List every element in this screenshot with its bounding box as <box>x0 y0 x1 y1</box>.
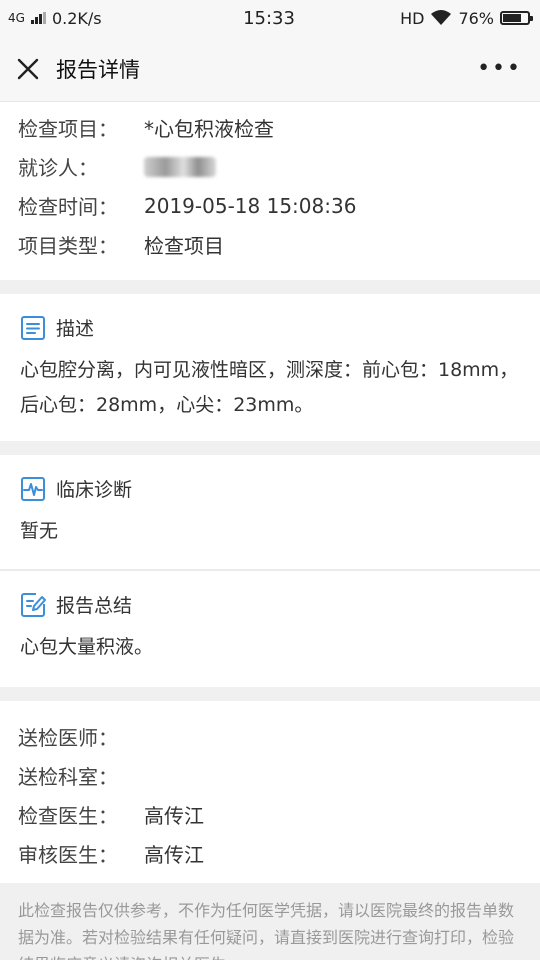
document-icon <box>21 315 45 340</box>
doctor-row-reviewer: 审核医生： 高传江 <box>18 834 522 873</box>
info-label: 送检科室： <box>18 765 118 789</box>
section-body: 心包腔分离，内可见液性暗区，测深度：前心包：18mm，后心包：28mm，心尖：2… <box>20 359 519 416</box>
section-header: 报告总结 <box>20 591 522 618</box>
info-value: *心包积液检查 <box>144 117 274 141</box>
status-bar: 4G 0.2K/s 15:33 HD 76% <box>0 0 540 36</box>
info-value: 高传江 <box>144 843 204 867</box>
exam-info: 检查项目： *心包积液检查 就诊人： 检查时间： 2019-05-18 15:0… <box>0 102 540 280</box>
network-speed: 0.2K/s <box>51 8 102 28</box>
info-label: 就诊人： <box>18 156 98 180</box>
section-gap <box>0 441 540 455</box>
section-title: 临床诊断 <box>56 479 133 501</box>
edit-document-icon <box>21 592 46 617</box>
info-value: 检查项目 <box>144 234 224 258</box>
more-button[interactable]: ••• <box>477 56 522 81</box>
info-row-time: 检查时间： 2019-05-18 15:08:36 <box>18 186 522 225</box>
disclaimer-notice: 此检查报告仅供参考，不作为任何医学凭据，请以医院最终的报告单数据为准。若对检验结… <box>0 883 540 960</box>
close-icon <box>17 58 39 79</box>
status-right: HD 76% <box>370 8 533 28</box>
section-title: 报告总结 <box>56 595 133 617</box>
info-label: 送检医师： <box>18 726 118 750</box>
info-value: 高传江 <box>144 804 204 828</box>
info-row-patient: 就诊人： <box>18 147 522 186</box>
section-body: 暂无 <box>20 520 59 542</box>
section-header: 描述 <box>20 314 522 341</box>
hd-indicator: HD <box>400 8 425 28</box>
signal-icon <box>30 12 46 24</box>
section-gap <box>0 687 540 701</box>
network-type: 4G <box>8 11 25 25</box>
doctor-row-examiner: 检查医生： 高传江 <box>18 795 522 834</box>
section-title: 描述 <box>56 318 95 340</box>
doctor-row-referring: 送检医师： <box>18 717 522 756</box>
wifi-icon <box>431 10 452 25</box>
nav-bar: 报告详情 ••• <box>0 36 540 102</box>
section-gap <box>0 280 540 294</box>
close-button[interactable] <box>14 55 42 83</box>
battery-icon <box>500 11 533 25</box>
status-left: 4G 0.2K/s <box>8 9 168 28</box>
section-header: 临床诊断 <box>20 475 522 502</box>
info-value: 2019-05-18 15:08:36 <box>144 193 357 218</box>
doctor-row-department: 送检科室： <box>18 756 522 795</box>
info-label: 检查时间： <box>18 195 118 219</box>
section-body: 心包大量积液。 <box>20 636 154 658</box>
info-label: 审核医生： <box>18 843 118 867</box>
battery-percent: 76% <box>458 8 494 28</box>
info-row-item: 检查项目： *心包积液检查 <box>18 108 522 147</box>
info-label: 检查医生： <box>18 804 118 828</box>
description-section: 描述 心包腔分离，内可见液性暗区，测深度：前心包：18mm，后心包：28mm，心… <box>0 294 540 441</box>
info-row-type: 项目类型： 检查项目 <box>18 225 522 264</box>
info-label: 检查项目： <box>18 117 118 141</box>
clock: 15:33 <box>243 7 295 29</box>
battery-fill <box>503 14 522 22</box>
info-label: 项目类型： <box>18 234 118 258</box>
patient-name-redacted <box>144 156 216 177</box>
heartbeat-icon <box>21 476 45 501</box>
summary-section: 报告总结 心包大量积液。 <box>0 571 540 687</box>
doctor-info: 送检医师： 送检科室： 检查医生： 高传江 审核医生： 高传江 <box>0 701 540 883</box>
diagnosis-section: 临床诊断 暂无 <box>0 455 540 569</box>
page-title: 报告详情 <box>56 57 140 82</box>
